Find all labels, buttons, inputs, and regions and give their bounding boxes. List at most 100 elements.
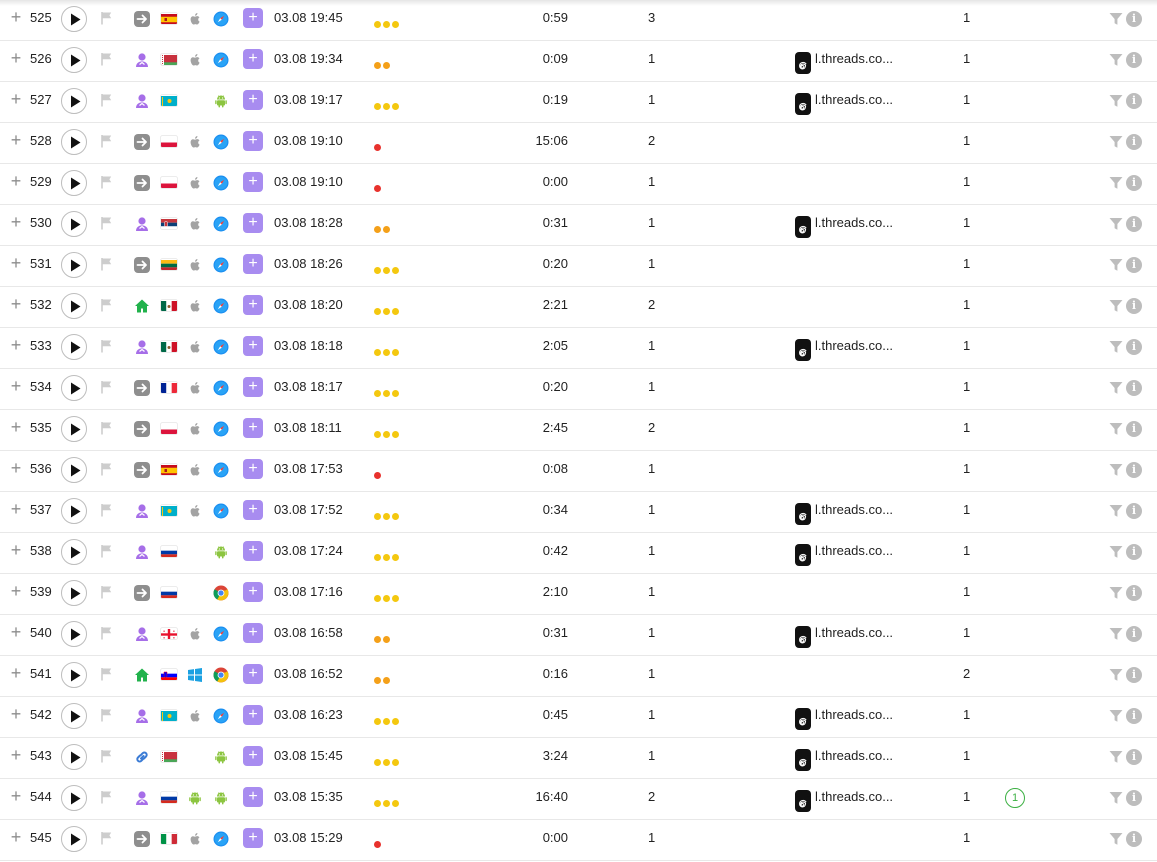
expand-row-button[interactable]: + [9,368,23,409]
play-recording-button[interactable] [61,170,87,196]
info-icon[interactable]: i [1126,585,1142,601]
info-icon[interactable]: i [1126,503,1142,519]
table-row[interactable]: +529 +03.08 19:10 0:00 1 1 i [0,164,1157,205]
play-recording-button[interactable] [61,703,87,729]
table-row[interactable]: +538 +03.08 17:24 0:42 1 l.threads.co... 1 i [0,533,1157,574]
filter-icon[interactable] [1109,258,1123,272]
table-row[interactable]: +539 +03.08 17:16 2:10 1 1 i [0,574,1157,615]
table-row[interactable]: +530 +03.08 18:28 0:31 1 l.threads.co... 1 i [0,205,1157,246]
play-recording-button[interactable] [61,621,87,647]
table-row[interactable]: +525 +03.08 19:45 0:59 3 1 i [0,0,1157,41]
info-icon[interactable]: i [1126,216,1142,232]
info-icon[interactable]: i [1126,93,1142,109]
flag-mark-icon[interactable] [100,11,114,28]
play-recording-button[interactable] [61,88,87,114]
info-icon[interactable]: i [1126,831,1142,847]
flag-mark-icon[interactable] [100,216,114,233]
info-icon[interactable]: i [1126,749,1142,765]
play-recording-button[interactable] [61,47,87,73]
add-tag-button[interactable]: + [243,377,263,397]
filter-icon[interactable] [1109,791,1123,805]
expand-row-button[interactable]: + [9,163,23,204]
flag-mark-icon[interactable] [100,790,114,807]
info-icon[interactable]: i [1126,298,1142,314]
expand-row-button[interactable]: + [9,491,23,532]
play-recording-button[interactable] [61,375,87,401]
table-row[interactable]: +531 +03.08 18:26 0:20 1 1 i [0,246,1157,287]
flag-mark-icon[interactable] [100,503,114,520]
table-row[interactable]: +526 +03.08 19:34 0:09 1 l.threads.co... 1 i [0,41,1157,82]
info-icon[interactable]: i [1126,11,1142,27]
flag-mark-icon[interactable] [100,749,114,766]
filter-icon[interactable] [1109,586,1123,600]
add-tag-button[interactable]: + [243,213,263,233]
play-recording-button[interactable] [61,457,87,483]
table-row[interactable]: +541 +03.08 16:52 0:16 1 2 i [0,656,1157,697]
flag-mark-icon[interactable] [100,626,114,643]
add-tag-button[interactable]: + [243,49,263,69]
play-recording-button[interactable] [61,539,87,565]
expand-row-button[interactable]: + [9,81,23,122]
expand-row-button[interactable]: + [9,409,23,450]
table-row[interactable]: +540 +03.08 16:58 0:31 1 l.threads.co... 1 i [0,615,1157,656]
table-row[interactable]: +544 +03.08 15:35 16:40 2 l.threads.co... 1 1 i [0,779,1157,820]
info-icon[interactable]: i [1126,52,1142,68]
flag-mark-icon[interactable] [100,175,114,192]
add-tag-button[interactable]: + [243,131,263,151]
table-row[interactable]: +545 +03.08 15:29 0:00 1 1 i [0,820,1157,861]
play-recording-button[interactable] [61,334,87,360]
info-icon[interactable]: i [1126,790,1142,806]
info-icon[interactable]: i [1126,134,1142,150]
play-recording-button[interactable] [61,498,87,524]
add-tag-button[interactable]: + [243,459,263,479]
flag-mark-icon[interactable] [100,708,114,725]
play-recording-button[interactable] [61,293,87,319]
flag-mark-icon[interactable] [100,831,114,848]
play-recording-button[interactable] [61,580,87,606]
expand-row-button[interactable]: + [9,655,23,696]
flag-mark-icon[interactable] [100,667,114,684]
filter-icon[interactable] [1109,12,1123,26]
filter-icon[interactable] [1109,94,1123,108]
flag-mark-icon[interactable] [100,544,114,561]
add-tag-button[interactable]: + [243,172,263,192]
info-icon[interactable]: i [1126,380,1142,396]
expand-row-button[interactable]: + [9,122,23,163]
filter-icon[interactable] [1109,53,1123,67]
info-icon[interactable]: i [1126,257,1142,273]
expand-row-button[interactable]: + [9,696,23,737]
expand-row-button[interactable]: + [9,245,23,286]
play-recording-button[interactable] [61,416,87,442]
info-icon[interactable]: i [1126,339,1142,355]
flag-mark-icon[interactable] [100,134,114,151]
expand-row-button[interactable]: + [9,573,23,614]
expand-row-button[interactable]: + [9,450,23,491]
filter-icon[interactable] [1109,750,1123,764]
flag-mark-icon[interactable] [100,462,114,479]
info-icon[interactable]: i [1126,708,1142,724]
filter-icon[interactable] [1109,422,1123,436]
add-tag-button[interactable]: + [243,705,263,725]
expand-row-button[interactable]: + [9,40,23,81]
filter-icon[interactable] [1109,504,1123,518]
expand-row-button[interactable]: + [9,327,23,368]
add-tag-button[interactable]: + [243,828,263,848]
table-row[interactable]: +532 +03.08 18:20 2:21 2 1 i [0,287,1157,328]
table-row[interactable]: +543 +03.08 15:45 3:24 1 l.threads.co... 1 i [0,738,1157,779]
filter-icon[interactable] [1109,381,1123,395]
add-tag-button[interactable]: + [243,295,263,315]
add-tag-button[interactable]: + [243,541,263,561]
add-tag-button[interactable]: + [243,418,263,438]
table-row[interactable]: +536 +03.08 17:53 0:08 1 1 i [0,451,1157,492]
info-icon[interactable]: i [1126,462,1142,478]
flag-mark-icon[interactable] [100,298,114,315]
expand-row-button[interactable]: + [9,778,23,819]
flag-mark-icon[interactable] [100,257,114,274]
add-tag-button[interactable]: + [243,623,263,643]
filter-icon[interactable] [1109,217,1123,231]
add-tag-button[interactable]: + [243,90,263,110]
add-tag-button[interactable]: + [243,500,263,520]
expand-row-button[interactable]: + [9,532,23,573]
flag-mark-icon[interactable] [100,585,114,602]
filter-icon[interactable] [1109,299,1123,313]
